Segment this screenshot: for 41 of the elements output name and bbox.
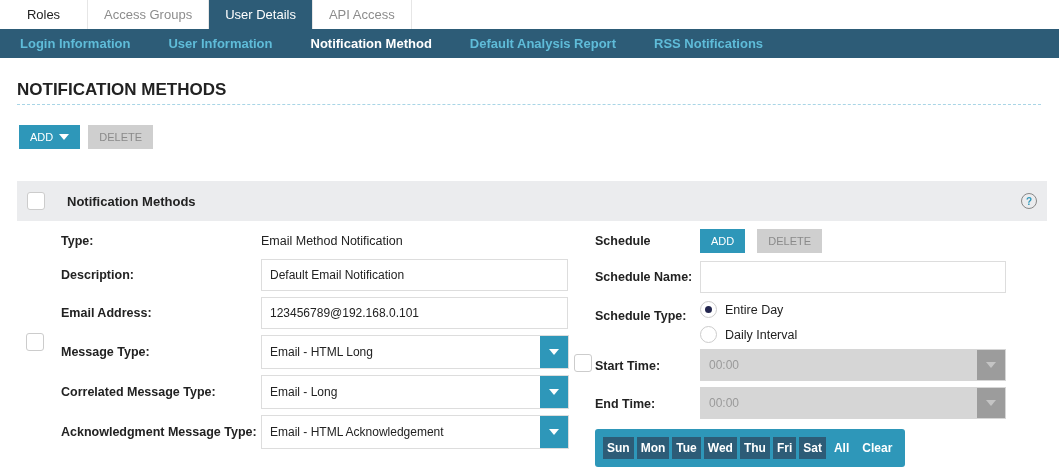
tab[interactable]: User Details	[209, 0, 313, 29]
day-button[interactable]: Thu	[739, 437, 770, 459]
field-label: Correlated Message Type:	[61, 385, 217, 399]
dropdown[interactable]: Email - HTML Long	[261, 335, 569, 369]
day-button[interactable]: Sun	[603, 437, 634, 459]
caret-icon	[986, 400, 996, 406]
caret-icon	[549, 389, 559, 395]
day-button[interactable]: Wed	[703, 437, 737, 459]
caret-icon	[549, 349, 559, 355]
input-field[interactable]: Default Email Notification	[261, 259, 568, 291]
caret-icon	[986, 362, 996, 368]
field-label: Email Address:	[61, 306, 153, 320]
field-label: Acknowledgment Message Type:	[61, 425, 258, 439]
checkbox[interactable]	[26, 333, 44, 351]
dropdown[interactable]: Email - HTML Acknowledgement	[261, 415, 569, 449]
radio-label: Daily Interval	[725, 327, 798, 342]
field-label: End Time:	[595, 397, 657, 411]
field-label: Message Type:	[61, 345, 151, 359]
field-label: Schedule Name:	[595, 270, 694, 284]
radio-label: Entire Day	[725, 302, 784, 317]
input-field[interactable]	[700, 261, 1006, 293]
field-label: Schedule	[595, 234, 652, 248]
checkbox[interactable]	[27, 192, 45, 210]
day-button[interactable]: Mon	[636, 437, 670, 459]
dropdown[interactable]: Email - Long	[261, 375, 569, 409]
panel-title: Notification Methods	[67, 193, 197, 209]
field-label: Type:	[61, 234, 95, 248]
field-label: Schedule Type:	[595, 309, 688, 323]
caret-icon	[549, 429, 559, 435]
checkbox[interactable]	[574, 354, 592, 372]
field-label: Start Time:	[595, 359, 662, 373]
day-button[interactable]: Tue	[672, 437, 701, 459]
sub-tab[interactable]: Notification Method	[310, 36, 432, 51]
section-heading: NOTIFICATION METHODS	[17, 80, 1041, 105]
field-label: Description:	[61, 268, 135, 282]
radio-button[interactable]	[700, 326, 717, 343]
day-button[interactable]: Sat	[799, 437, 826, 459]
input-field[interactable]: 123456789@192.168.0.101	[261, 297, 568, 329]
radio-button[interactable]	[700, 301, 717, 318]
day-button[interactable]: Fri	[772, 437, 797, 459]
field-value: Email Method Notification	[261, 234, 403, 248]
